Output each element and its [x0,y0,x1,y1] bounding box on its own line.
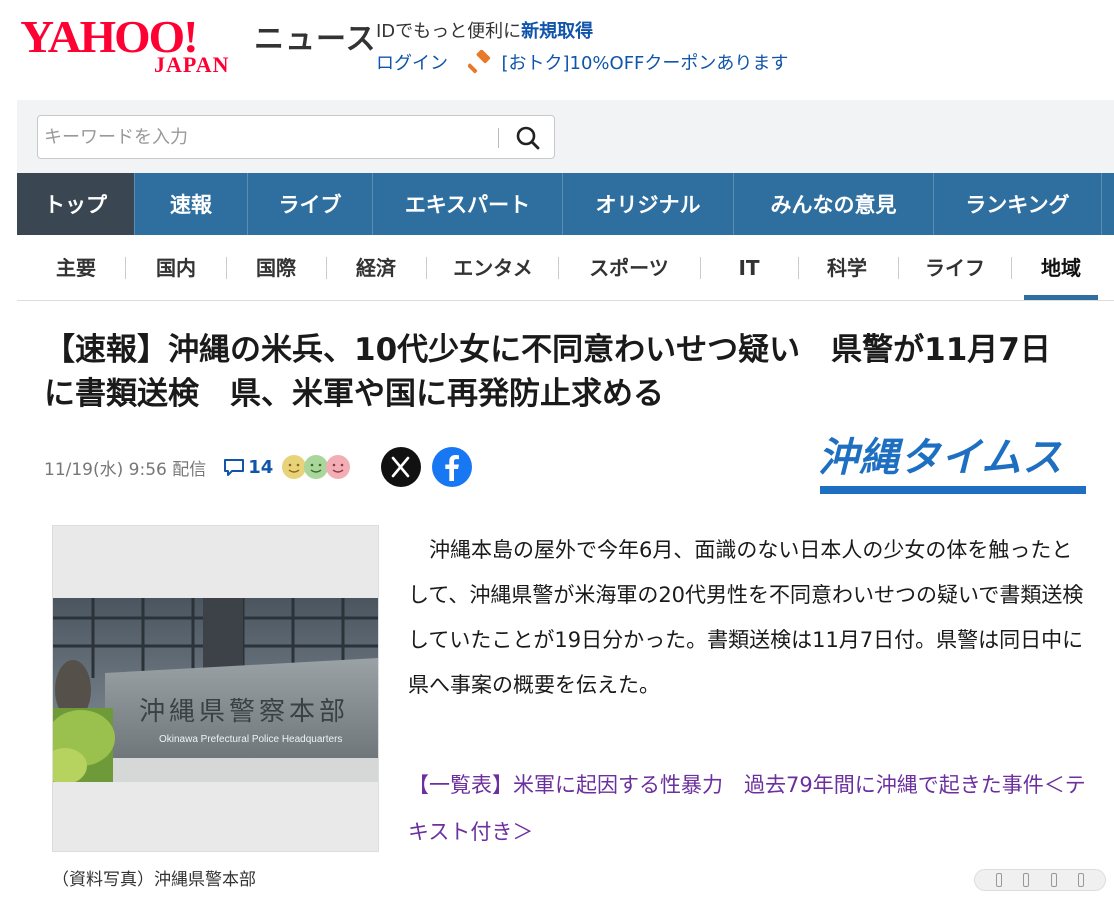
share-x-button[interactable] [381,447,421,487]
category-science[interactable]: 科学 [809,253,885,283]
photo-caption: （資料写真）沖縄県警本部 [52,870,256,890]
nav-original[interactable]: オリジナル [563,173,734,235]
category-divider [226,257,227,279]
nav-expert[interactable]: エキスパート [373,173,563,235]
signup-link[interactable]: 新規取得 [521,21,593,42]
active-category-indicator [1024,295,1098,300]
coupon-link[interactable]: [おトク]10%OFFクーポンあります [501,53,788,74]
comments-link[interactable]: 14 [222,455,273,479]
login-coupon-row: ログイン [おトク]10%OFFクーポンあります [376,50,788,76]
page-indicator-dot [1077,873,1084,887]
category-international[interactable]: 国際 [235,253,317,283]
share-facebook-button[interactable] [432,447,472,487]
photo-sign-jp: 沖縄県警察本部 [139,697,349,727]
nav-breaking[interactable]: 速報 [135,173,248,235]
category-divider [558,257,559,279]
search-band [17,100,1114,173]
category-divider [1011,257,1012,279]
article-photo[interactable]: 沖縄県警察本部 Okinawa Prefectural Police Headq… [52,525,379,852]
category-domestic[interactable]: 国内 [135,253,217,283]
category-sports[interactable]: スポーツ [569,253,689,283]
site-header: YAHOO! JAPAN ニュース IDでもっと便利に新規取得 ログイン [おト… [0,0,1114,100]
page-indicator[interactable] [974,869,1106,891]
category-nav: 主要 国内 国際 経済 エンタメ スポーツ IT 科学 ライフ 地域 [17,235,1114,301]
category-entertainment[interactable]: エンタメ [437,253,549,283]
category-divider [125,257,126,279]
category-it[interactable]: IT [711,253,787,283]
page-indicator-dot [1023,873,1030,887]
service-name[interactable]: ニュース [254,20,377,60]
category-divider [326,257,327,279]
yahoo-japan-logo[interactable]: YAHOO! JAPAN [20,14,254,80]
search-input[interactable] [44,122,494,152]
nav-live[interactable]: ライブ [248,173,373,235]
police-hq-photo: 沖縄県警察本部 Okinawa Prefectural Police Headq… [53,598,378,782]
comment-count: 14 [248,456,274,478]
category-main[interactable]: 主要 [37,253,115,283]
source-name: 沖縄タイムス [818,435,1064,481]
category-life[interactable]: ライフ [910,253,1000,283]
logo-japan-text: JAPAN [154,52,230,77]
category-economy[interactable]: 経済 [335,253,417,283]
publish-date: 11/19(水) 9:56 配信 [44,459,207,480]
source-logo[interactable]: 沖縄タイムス [818,432,1088,498]
category-divider [700,257,701,279]
article-headline: 【速報】沖縄の米兵、10代少女に不同意わいせつ疑い 県警が11月7日 に書類送検 … [44,328,1084,416]
category-divider [798,257,799,279]
reaction-faces[interactable] [281,454,351,480]
comment-bubble-icon [224,459,245,476]
building-photo-illustration: 沖縄県警察本部 Okinawa Prefectural Police Headq… [53,598,378,782]
article-body: 沖縄本島の屋外で今年6月、面識のない日本人の少女の体を触ったとして、沖縄県警が米… [408,538,1084,697]
related-article-link[interactable]: 【一覧表】米軍に起因する性暴力 過去79年間に沖縄で起きた事件＜テキスト付き＞ [408,762,1098,856]
login-link[interactable]: ログイン [376,53,448,74]
category-local[interactable]: 地域 [1023,253,1099,283]
search-button[interactable] [510,122,546,154]
coupon-hammer-icon [467,50,490,74]
id-signup-prompt: IDでもっと便利に新規取得 [376,20,593,44]
facebook-logo-icon [445,455,459,481]
photo-sign-en: Okinawa Prefectural Police Headquarters [159,734,342,745]
article-meta: 11/19(水) 9:56 配信 14 [44,452,351,482]
source-logo-bar [820,486,1086,494]
headline-line2: に書類送検 県、米軍や国に再発防止求める [44,376,664,412]
category-divider [898,257,899,279]
reaction-face-pink-icon [326,455,351,479]
category-divider [426,257,427,279]
search-icon [516,126,540,150]
search-divider [498,128,499,148]
nav-top[interactable]: トップ [17,173,135,235]
id-prompt-text: IDでもっと便利に [376,21,522,42]
nav-ranking[interactable]: ランキング [934,173,1102,235]
search-box [37,115,555,159]
page-indicator-dot [1050,873,1057,887]
nav-opinions[interactable]: みんなの意見 [734,173,934,235]
page-indicator-dot [996,873,1003,887]
main-nav: トップ 速報 ライブ エキスパート オリジナル みんなの意見 ランキング [17,173,1114,235]
headline-line1: 【速報】沖縄の米兵、10代少女に不同意わいせつ疑い 県警が11月7日 [44,332,1051,368]
x-logo-icon [391,456,410,478]
